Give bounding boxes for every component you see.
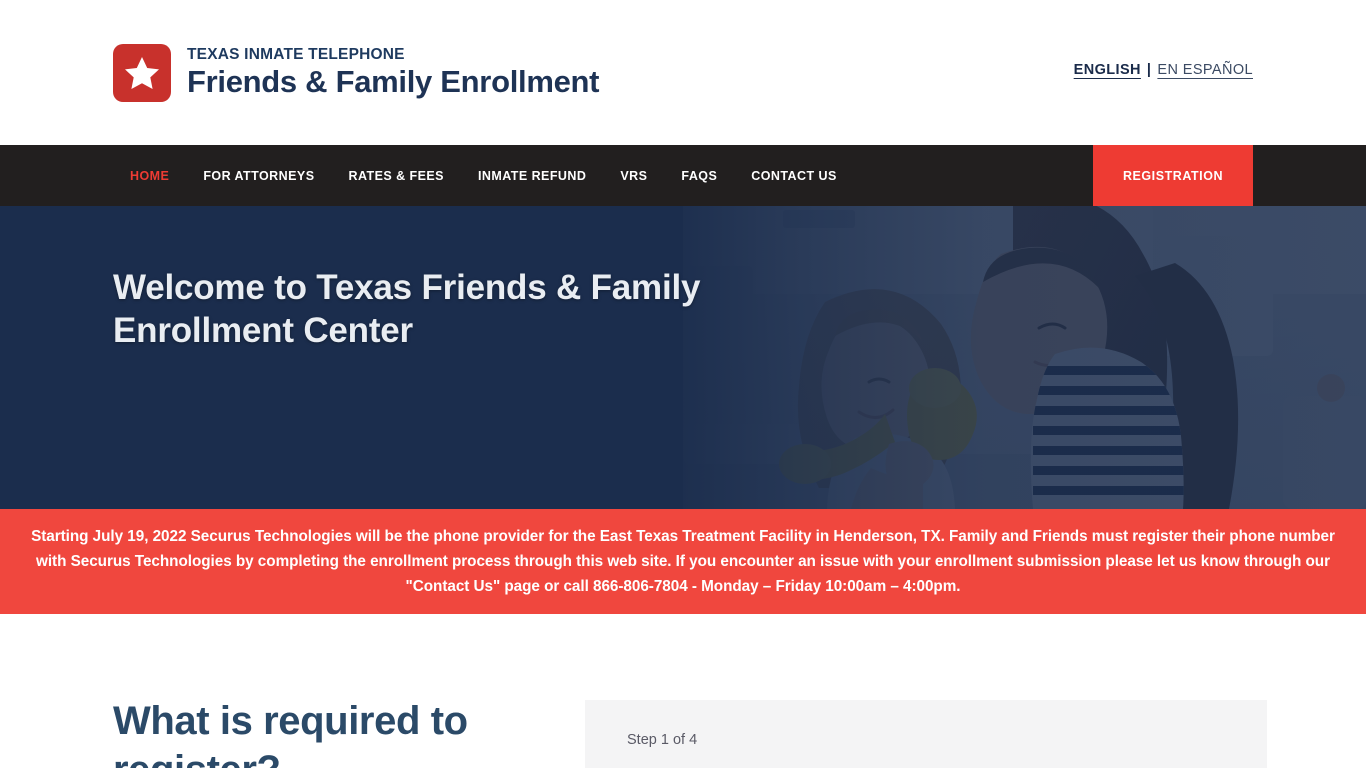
language-spanish-link[interactable]: EN ESPAÑOL: [1157, 62, 1253, 78]
nav-item-home[interactable]: HOME: [113, 145, 187, 209]
logo-kicker: TEXAS INMATE TELEPHONE: [187, 46, 405, 64]
language-english-link[interactable]: ENGLISH: [1074, 62, 1141, 78]
page-title: What is required to register?: [113, 699, 468, 768]
site-header: TEXAS INMATE TELEPHONE Friends & Family …: [0, 0, 1366, 145]
main-navigation: HOME FOR ATTORNEYS RATES & FEES INMATE R…: [0, 145, 1366, 209]
nav-item-contact-us[interactable]: CONTACT US: [734, 145, 854, 206]
nav-item-rates-and-fees[interactable]: RATES & FEES: [332, 145, 461, 206]
language-switcher: ENGLISH | EN ESPAÑOL: [1074, 62, 1253, 78]
nav-item-inmate-refund[interactable]: INMATE REFUND: [461, 145, 603, 206]
alert-banner: Starting July 19, 2022 Securus Technolog…: [0, 509, 1366, 614]
nav-item-faqs[interactable]: FAQS: [664, 145, 734, 206]
hero-banner: Welcome to Texas Friends & Family Enroll…: [0, 206, 1366, 509]
step-indicator: Step 1 of 4: [627, 732, 698, 748]
registration-button[interactable]: REGISTRATION: [1093, 145, 1253, 206]
language-separator: |: [1146, 62, 1152, 78]
hero-overlay: [0, 206, 1366, 509]
nav-item-for-attorneys[interactable]: FOR ATTORNEYS: [186, 145, 331, 206]
hero-title: Welcome to Texas Friends & Family Enroll…: [113, 268, 701, 351]
enrollment-step-panel: Step 1 of 4: [585, 700, 1267, 768]
nav-item-list: HOME FOR ATTORNEYS RATES & FEES INMATE R…: [113, 145, 854, 209]
logo-title: Friends & Family Enrollment: [187, 64, 600, 100]
site-logo[interactable]: TEXAS INMATE TELEPHONE Friends & Family …: [113, 44, 600, 102]
nav-item-vrs[interactable]: VRS: [603, 145, 664, 206]
star-icon: [113, 44, 171, 102]
